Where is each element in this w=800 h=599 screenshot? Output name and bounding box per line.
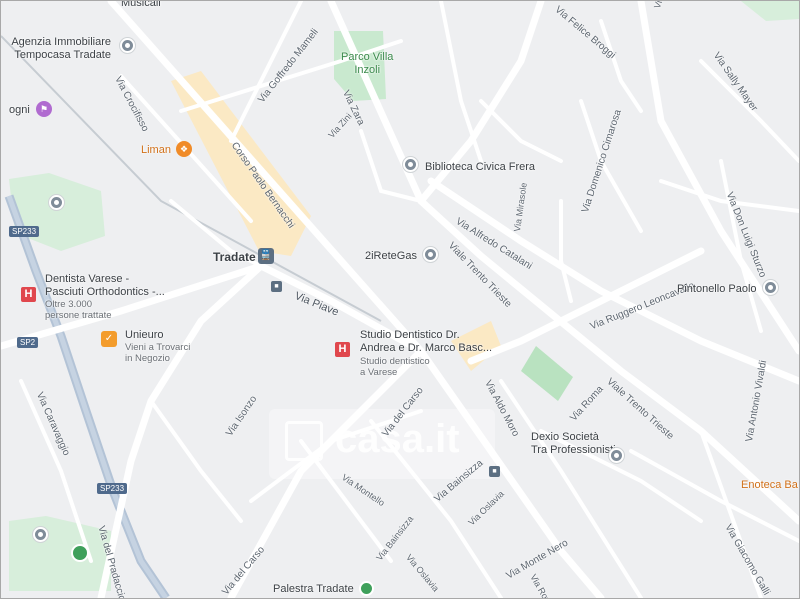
stadium-icon[interactable] (71, 544, 89, 562)
minor-roads (19, 1, 799, 598)
poi-dentista-title[interactable]: Dentista Varese - Pasciuti Orthodontics … (45, 273, 165, 299)
poi-comune-label[interactable]: ogni (9, 104, 30, 117)
poi-tradate-label[interactable]: Tradate (213, 251, 256, 264)
museum-icon[interactable]: ⚑ (36, 101, 52, 117)
dental-clinic-icon[interactable]: H (21, 287, 36, 302)
poi-dexio-label[interactable]: Dexio Società Tra Professionisti (531, 431, 616, 457)
poi-pintonello-label[interactable]: Pintonello Paolo (677, 283, 757, 296)
sports-field (521, 346, 573, 401)
poi-unieuro-sub: Vieni a Trovarci in Negozio (125, 342, 191, 364)
poi-dentista-sub: Oltre 3.000 persone trattate (45, 299, 112, 321)
map-canvas[interactable]: casa.it Via Goffredo Mameli Via Zara Via… (1, 1, 799, 598)
road-shield: SP2 (17, 337, 39, 348)
poi-parco-label[interactable]: Parco Villa Inzoli (341, 51, 393, 77)
library-icon[interactable] (403, 157, 418, 172)
poi-pin-icon[interactable] (33, 527, 48, 542)
road-shield: SP233 (9, 226, 40, 237)
road-shield: SP233 (97, 483, 128, 494)
poi-agenzia-label[interactable]: Agenzia Immobiliare Tempocasa Tradate (11, 36, 111, 62)
restaurant-icon[interactable]: ❖ (176, 141, 192, 157)
poi-biblioteca-label[interactable]: Biblioteca Civica Frera (425, 161, 535, 174)
dental-clinic-icon[interactable]: H (335, 342, 350, 357)
poi-pin-icon[interactable] (423, 247, 438, 262)
poi-musicali-label[interactable]: Musicali (121, 1, 161, 10)
map-frame: casa.it Via Goffredo Mameli Via Zara Via… (0, 0, 800, 599)
train-station-icon[interactable]: 🚆 (258, 248, 274, 264)
poi-zirete-label[interactable]: 2iReteGas (365, 250, 417, 263)
bus-stop-icon[interactable]: ■ (489, 466, 500, 477)
poi-studio-sub: Studio dentistico a Varese (360, 356, 430, 378)
poi-pin-icon[interactable] (609, 448, 624, 463)
poi-pin-icon[interactable] (763, 280, 778, 295)
house-icon (285, 421, 323, 461)
poi-pin-icon[interactable] (120, 38, 135, 53)
bus-stop-icon[interactable]: ■ (271, 281, 282, 292)
poi-enoteca-label[interactable]: Enoteca Ba (741, 479, 798, 492)
watermark-casa-it: casa.it (269, 409, 495, 479)
park-northeast (741, 1, 799, 21)
poi-studio-title[interactable]: Studio Dentistico Dr. Andrea e Dr. Marco… (360, 329, 492, 355)
poi-unieuro-title[interactable]: Unieuro (125, 329, 164, 342)
gym-icon[interactable] (359, 581, 374, 596)
poi-palestra-label[interactable]: Palestra Tradate (273, 583, 354, 596)
park-pin-icon[interactable] (49, 195, 64, 210)
poi-liman-label[interactable]: Liman (141, 144, 171, 157)
shopping-icon[interactable]: ✓ (101, 331, 117, 347)
